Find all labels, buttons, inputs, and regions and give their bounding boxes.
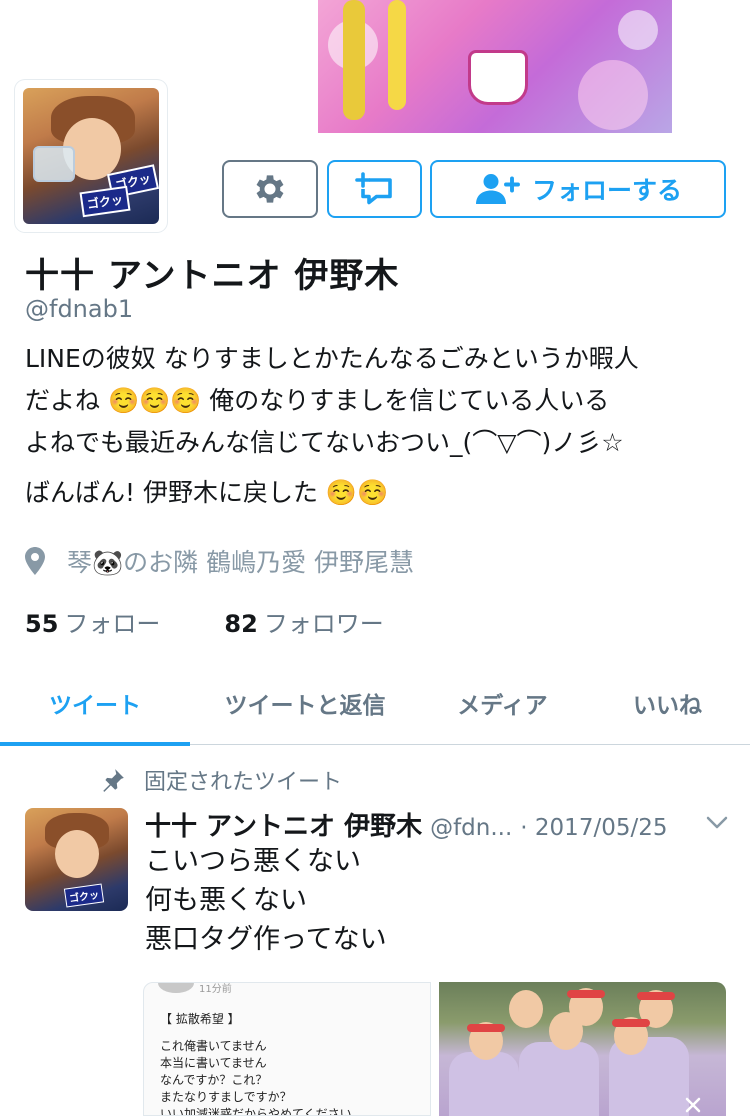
profile-stats: 55 フォロー 82 フォロワー xyxy=(25,604,384,639)
followers-count: 82 xyxy=(224,610,258,638)
media-title: 【 拡散希望 】 xyxy=(160,1012,240,1026)
followers-stat[interactable]: 82 フォロワー xyxy=(224,604,383,639)
tweet-author-name[interactable]: 十十 アントニオ 伊野木 xyxy=(145,806,422,843)
bio-line: ばんばん! 伊野木に戻した ☺️☺️ xyxy=(25,478,389,507)
bio-line: LINEの彼奴 なりすましとかたんなるごみというか暇人 xyxy=(25,344,639,373)
tweet-line: 悪口タグ作ってない xyxy=(145,924,387,955)
tweet-line: 何も悪くない xyxy=(145,885,307,916)
tweet-avatar[interactable]: ゴクッ xyxy=(25,808,128,911)
profile-location: 琴🐼のお隣 鶴嶋乃愛 伊野尾慧 xyxy=(25,543,414,579)
follow-button[interactable]: フォローする xyxy=(430,160,726,218)
tweet-line: こいつら悪くない xyxy=(145,846,361,877)
avatar-text-sticker: ゴクッ xyxy=(63,883,105,908)
location-pin-icon xyxy=(25,547,45,575)
tab-media[interactable]: メディア xyxy=(420,660,585,745)
following-count: 55 xyxy=(25,610,59,638)
media-line: これ俺書いてません xyxy=(160,1039,267,1053)
add-to-list-icon xyxy=(354,172,392,205)
add-to-list-button[interactable] xyxy=(327,160,422,218)
avatar-text-sticker: ゴクッ xyxy=(79,185,131,218)
pin-icon xyxy=(103,769,124,792)
close-icon[interactable] xyxy=(684,1096,702,1114)
followers-label: フォロワー xyxy=(263,610,384,638)
person-add-icon xyxy=(475,174,520,204)
settings-button[interactable] xyxy=(222,160,318,218)
media-line: 本当に書いてません xyxy=(160,1056,267,1070)
tweet-header: 十十 アントニオ 伊野木 @fdn... · 2017/05/25 xyxy=(145,806,735,843)
profile-bio: LINEの彼奴 なりすましとかたんなるごみというか暇人 だよね ☺️☺️☺️ 俺… xyxy=(25,338,725,514)
media-line: いい加減迷惑だからやめてください。 xyxy=(160,1107,364,1116)
tweet-text: こいつら悪くない 何も悪くない 悪口タグ作ってない xyxy=(145,842,387,959)
pinned-text: 固定されたツイート xyxy=(144,770,343,795)
profile-banner[interactable] xyxy=(318,0,672,133)
gear-icon xyxy=(256,175,284,203)
tweet-date[interactable]: · 2017/05/25 xyxy=(520,815,667,841)
profile-handle: @fdnab1 xyxy=(25,295,134,323)
tweet-media-screenshot[interactable]: 11分前 【 拡散希望 】 これ俺書いてません 本当に書いてません なんですか？… xyxy=(143,982,431,1116)
location-text: 琴🐼のお隣 鶴嶋乃愛 伊野尾慧 xyxy=(67,548,415,577)
media-line: またなりすましですか？ xyxy=(160,1090,292,1104)
media-line: なんですか？これ？ xyxy=(160,1073,268,1087)
profile-tabs: ツイート ツイートと返信 メディア いいね xyxy=(0,660,750,746)
tweet-author-handle[interactable]: @fdn... xyxy=(430,815,512,841)
tweet-media-photo[interactable] xyxy=(439,982,726,1116)
profile-avatar[interactable]: ゴクッ ゴクッ xyxy=(15,80,167,232)
bio-line: だよね ☺️☺️☺️ 俺のなりすましを信じている人いる xyxy=(25,386,610,415)
avatar-image: ゴクッ ゴクッ xyxy=(23,88,159,224)
following-stat[interactable]: 55 フォロー xyxy=(25,604,160,639)
bio-line: よねでも最近みんな信じてないおつい_(⌒▽⌒)ノ彡☆ xyxy=(25,428,624,457)
pinned-tweet-label: 固定されたツイート xyxy=(100,764,342,796)
tab-likes[interactable]: いいね xyxy=(585,660,750,745)
tab-tweets[interactable]: ツイート xyxy=(0,660,190,746)
profile-name: 十十 アントニオ 伊野木 xyxy=(25,256,400,296)
chevron-down-icon[interactable] xyxy=(706,816,728,830)
following-label: フォロー xyxy=(64,610,161,638)
tab-tweets-and-replies[interactable]: ツイートと返信 xyxy=(190,660,420,745)
media-avatar xyxy=(158,983,194,993)
follow-button-label: フォローする xyxy=(531,176,682,205)
media-meta: 11分前 xyxy=(199,984,232,995)
